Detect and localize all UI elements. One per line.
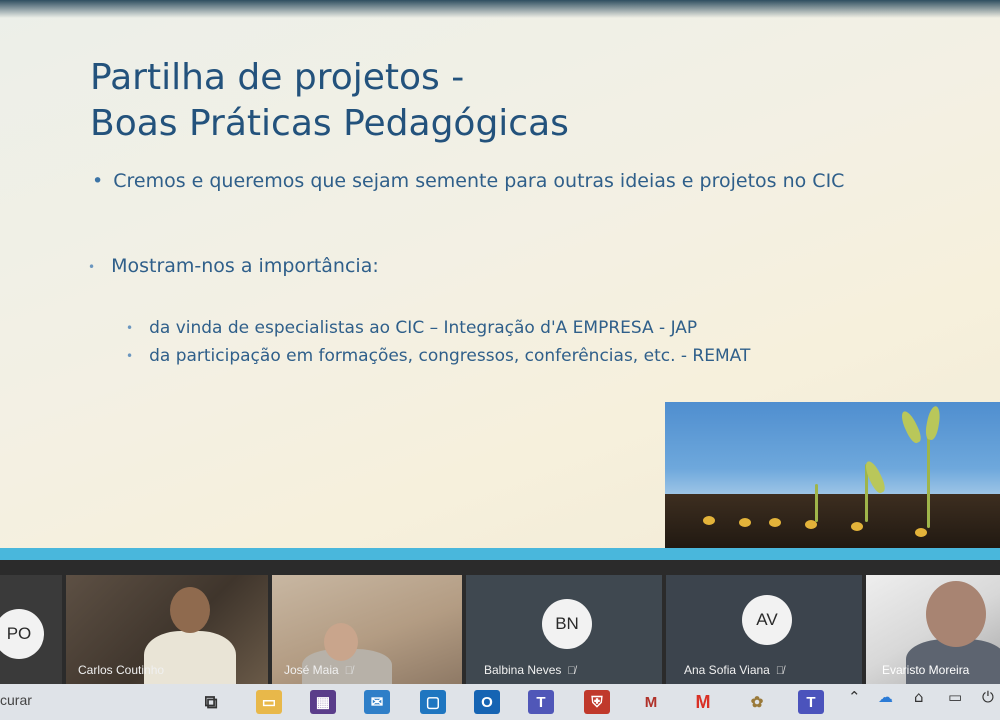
bullet-dot-icon: • xyxy=(88,259,96,274)
leaf xyxy=(924,405,942,441)
participant-tile-evaristo-moreira[interactable]: Evaristo Moreira xyxy=(866,575,1000,685)
participant-video xyxy=(324,623,358,661)
slide-bullet-1: • Cremos e queremos que sejam semente par… xyxy=(92,170,844,192)
participant-name: Carlos Coutinho xyxy=(78,663,165,677)
mic-off-icon: 🎙̸ xyxy=(567,665,576,677)
slide-title: Partilha de projetos - Boas Práticas Ped… xyxy=(90,55,569,147)
participant-video xyxy=(170,587,210,633)
bullet-dot-icon: • xyxy=(126,321,134,335)
battery-icon[interactable]: ▭ xyxy=(948,688,962,706)
participant-name: Balbina Neves 🎙̸ xyxy=(484,663,576,677)
sprout xyxy=(815,484,818,522)
file-explorer-icon[interactable]: ▭ xyxy=(256,690,282,714)
participant-tile-jose-maia[interactable]: José Maia 🎙̸ xyxy=(272,575,462,685)
cloud-icon[interactable]: ☁ xyxy=(878,688,893,706)
participant-tile-ana-sofia-viana[interactable]: AV Ana Sofia Viana 🎙̸ xyxy=(666,575,862,685)
slide-sub-bullet-2-text: da participação em formações, congressos… xyxy=(149,346,751,366)
seed xyxy=(703,516,715,525)
participant-tile-carlos-coutinho[interactable]: Carlos Coutinho xyxy=(66,575,268,685)
participant-tile-po[interactable]: PO xyxy=(0,575,62,685)
mail-icon[interactable]: ✉ xyxy=(364,690,390,714)
slide-bullet-1-text: Cremos e queremos que sejam semente para… xyxy=(113,170,845,192)
participant-name: Ana Sofia Viana 🎙̸ xyxy=(684,663,784,677)
leaf xyxy=(898,409,924,445)
teams-icon[interactable]: T xyxy=(528,690,554,714)
teams-badge-icon[interactable]: T xyxy=(798,690,824,714)
security-shield-icon[interactable]: ⛨ xyxy=(584,690,610,714)
gmail-icon[interactable]: M xyxy=(690,690,716,714)
app-icon[interactable]: ✿ xyxy=(744,690,770,714)
slide-bullet-2-text: Mostram-nos a importância: xyxy=(111,255,379,277)
slide-title-line2: Boas Práticas Pedagógicas xyxy=(90,103,569,144)
store-icon[interactable]: ▦ xyxy=(310,690,336,714)
slide-sub-bullet-1: • da vinda de especialistas ao CIC – Inte… xyxy=(126,318,697,338)
bullet-dot-icon: • xyxy=(126,349,134,363)
participant-name: José Maia 🎙̸ xyxy=(284,663,353,677)
participant-tile-balbina-neves[interactable]: BN Balbina Neves 🎙̸ xyxy=(466,575,662,685)
seed xyxy=(739,518,751,527)
seed xyxy=(769,518,781,527)
participant-video xyxy=(926,581,986,647)
task-view-icon[interactable]: ⧉ xyxy=(198,690,224,714)
participant-name-text: Balbina Neves xyxy=(484,663,562,677)
slide-top-edge xyxy=(0,0,1000,18)
avatar: BN xyxy=(542,599,592,649)
shared-slide: Partilha de projetos - Boas Práticas Ped… xyxy=(0,0,1000,560)
power-icon[interactable]: ⏻ xyxy=(982,688,994,706)
slide-bullet-2: • Mostram-nos a importância: xyxy=(88,255,379,277)
mic-off-icon: 🎙̸ xyxy=(775,665,785,677)
participant-name: Evaristo Moreira xyxy=(882,663,970,677)
avatar: AV xyxy=(742,595,792,645)
slide-sub-bullet-2: • da participação em formações, congresso… xyxy=(126,346,750,366)
participant-name-text: Ana Sofia Viana xyxy=(684,663,770,677)
slide-accent-band xyxy=(0,548,1000,560)
outlook-icon[interactable]: O xyxy=(474,690,500,714)
network-icon[interactable]: ⌂ xyxy=(914,688,924,706)
mic-off-icon: 🎙̸ xyxy=(344,665,353,677)
gmail-icon[interactable]: M xyxy=(638,690,664,714)
slide-title-line1: Partilha de projetos - xyxy=(90,57,465,98)
soil xyxy=(665,494,1000,550)
taskbar-search-box[interactable]: curar xyxy=(0,692,32,708)
participant-name-text: José Maia xyxy=(284,663,339,677)
avatar: PO xyxy=(0,609,44,659)
seed xyxy=(915,528,927,537)
bullet-dot-icon: • xyxy=(92,170,104,192)
app-window-icon[interactable]: ▢ xyxy=(420,690,446,714)
seed xyxy=(851,522,863,531)
seedlings-photo xyxy=(665,402,1000,550)
slide-sub-bullet-1-text: da vinda de especialistas ao CIC – Integ… xyxy=(149,318,698,338)
chevron-up-icon[interactable]: ⌃ xyxy=(848,688,861,706)
